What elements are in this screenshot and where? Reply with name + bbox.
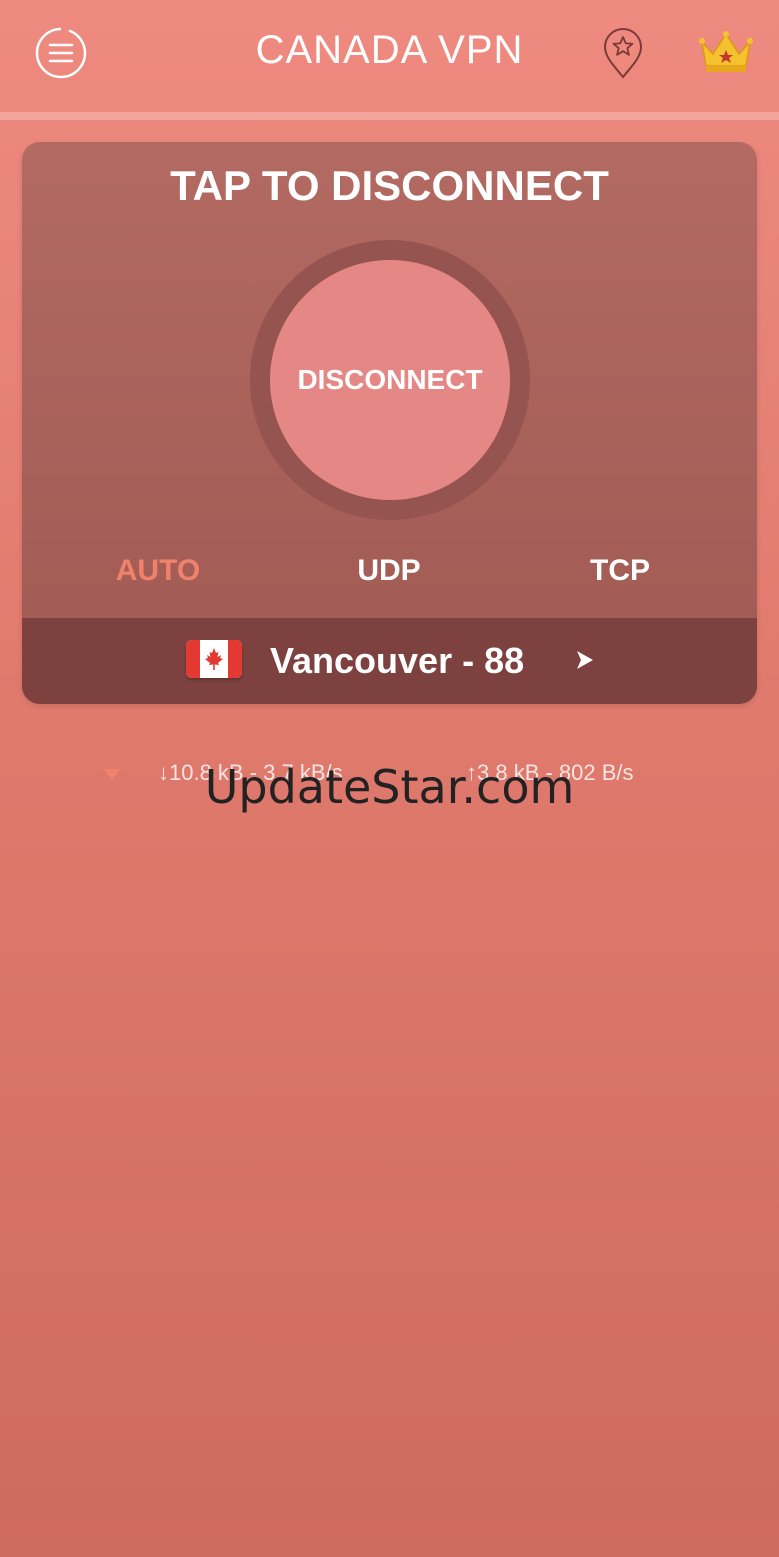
header-divider [0,112,779,120]
location-star-icon [603,28,643,79]
disconnect-button[interactable]: DISCONNECT [270,260,510,500]
chevron-right-icon [577,651,593,669]
premium-button[interactable] [698,30,754,74]
protocol-tcp[interactable]: TCP [520,554,720,588]
server-name: Vancouver - 88 [270,640,525,681]
connection-status-title: TAP TO DISCONNECT [170,162,609,209]
connection-card: TAP TO DISCONNECT DISCONNECT AUTO UDP TC… [22,142,757,704]
protocol-selector: AUTO UDP TCP [22,554,757,604]
crown-icon [699,31,753,72]
app-header: CANADA VPN [0,0,779,112]
app-title: CANADA VPN [255,28,524,72]
canada-flag-icon [186,640,242,678]
protocol-udp[interactable]: UDP [289,554,489,588]
watermark-text: UpdateStar.com [204,760,575,814]
server-selector[interactable]: Vancouver - 88 [22,618,757,704]
protocol-auto[interactable]: AUTO [58,554,258,588]
favorite-locations-button[interactable] [602,28,644,80]
